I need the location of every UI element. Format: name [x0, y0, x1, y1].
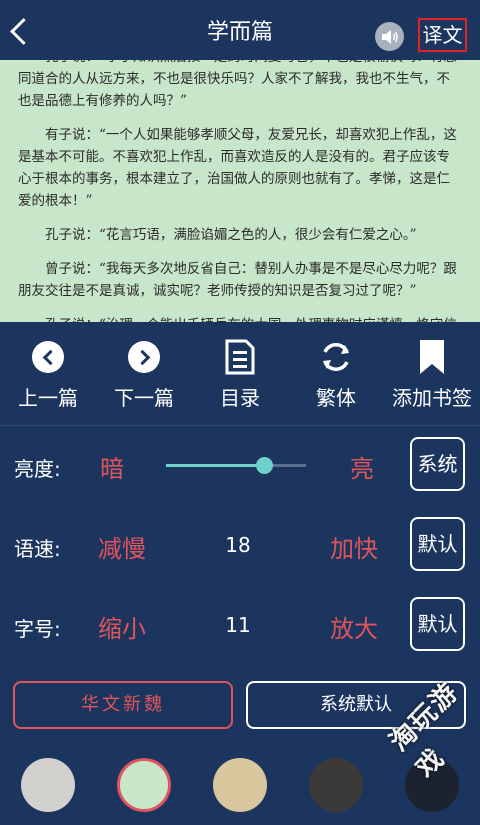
slider-fill — [166, 464, 264, 467]
paragraph: 孔子说：“花言巧语，满脸谄媚之色的人，很少会有仁爱之心。” — [45, 227, 417, 243]
paragraph: 孔子说：“治理一个能出千辆兵车的大国，处理事物时应谨慎，恪守信用，诚实无欺，节约… — [0, 314, 480, 322]
previous-chapter-label: 上一篇 — [18, 386, 78, 410]
speech-speed-row: 语速: 减慢 18 加快 默认 — [0, 517, 480, 573]
speech-speed-label: 语速: — [14, 537, 61, 561]
traditional-chinese-button[interactable]: 繁体 — [288, 322, 384, 425]
paragraph: 孔子说：“学了知识然后按一定的时间复习它，不也是很愉快吗？有志同道合的人从远方来… — [18, 60, 457, 109]
brightness-row: 亮度: 暗 亮 系统 — [0, 437, 480, 493]
speed-value: 18 — [225, 533, 251, 557]
add-bookmark-label: 添加书签 — [392, 386, 472, 410]
top-bar: 学而篇 译文 — [0, 0, 480, 60]
previous-chapter-icon — [32, 341, 64, 373]
table-of-contents-label: 目录 — [220, 386, 260, 410]
font-size-value: 11 — [225, 613, 251, 637]
theme-swatch-beige[interactable] — [213, 758, 267, 812]
font-huawen-button[interactable]: 华文新魏 — [13, 681, 233, 729]
theme-swatch-gray[interactable] — [21, 758, 75, 812]
theme-swatch-green[interactable] — [117, 758, 171, 812]
table-of-contents-button[interactable]: 目录 — [192, 322, 288, 425]
reader-toolbar: 上一篇 下一篇 目录 繁体 添加书签 — [0, 322, 480, 425]
speaker-icon[interactable] — [375, 22, 404, 51]
slider-thumb[interactable] — [256, 457, 273, 474]
table-of-contents-icon — [225, 339, 255, 375]
refresh-icon — [318, 340, 354, 374]
paragraph: 有子说：“一个人如果能够孝顺父母，友爱兄长，却喜欢犯上作乱，这是基本不可能。不喜… — [18, 127, 457, 209]
add-bookmark-button[interactable]: 添加书签 — [384, 322, 480, 425]
translate-button[interactable]: 译文 — [418, 18, 467, 52]
speed-decrease-button[interactable]: 减慢 — [98, 529, 146, 564]
brightness-slider[interactable] — [166, 457, 306, 474]
speed-default-button[interactable]: 默认 — [410, 517, 465, 571]
brightness-dim[interactable]: 暗 — [100, 449, 124, 484]
speed-increase-button[interactable]: 加快 — [330, 529, 378, 564]
watermark: 淘玩游戏 — [384, 676, 465, 784]
next-chapter-button[interactable]: 下一篇 — [96, 322, 192, 425]
font-size-default-button[interactable]: 默认 — [410, 597, 465, 651]
brightness-bright[interactable]: 亮 — [350, 449, 374, 484]
brightness-label: 亮度: — [14, 457, 61, 481]
bookmark-icon — [418, 340, 446, 374]
system-brightness-button[interactable]: 系统 — [410, 437, 465, 491]
paragraph: 曾子说：“我每天多次地反省自己：替别人办事是不是尽心尽力呢？跟朋友交往是不是真诚… — [18, 261, 457, 299]
theme-swatch-dark[interactable] — [309, 758, 363, 812]
next-chapter-icon — [128, 341, 160, 373]
font-size-increase-button[interactable]: 放大 — [330, 609, 378, 644]
traditional-chinese-label: 繁体 — [316, 386, 356, 410]
font-size-decrease-button[interactable]: 缩小 — [98, 609, 146, 644]
reading-area[interactable]: 孔子说：“学了知识然后按一定的时间复习它，不也是很愉快吗？有志同道合的人从远方来… — [0, 60, 480, 322]
previous-chapter-button[interactable]: 上一篇 — [0, 322, 96, 425]
divider — [0, 425, 480, 426]
font-size-label: 字号: — [14, 617, 61, 641]
page-title: 学而篇 — [206, 20, 273, 45]
font-size-row: 字号: 缩小 11 放大 默认 — [0, 597, 480, 653]
next-chapter-label: 下一篇 — [114, 386, 174, 410]
